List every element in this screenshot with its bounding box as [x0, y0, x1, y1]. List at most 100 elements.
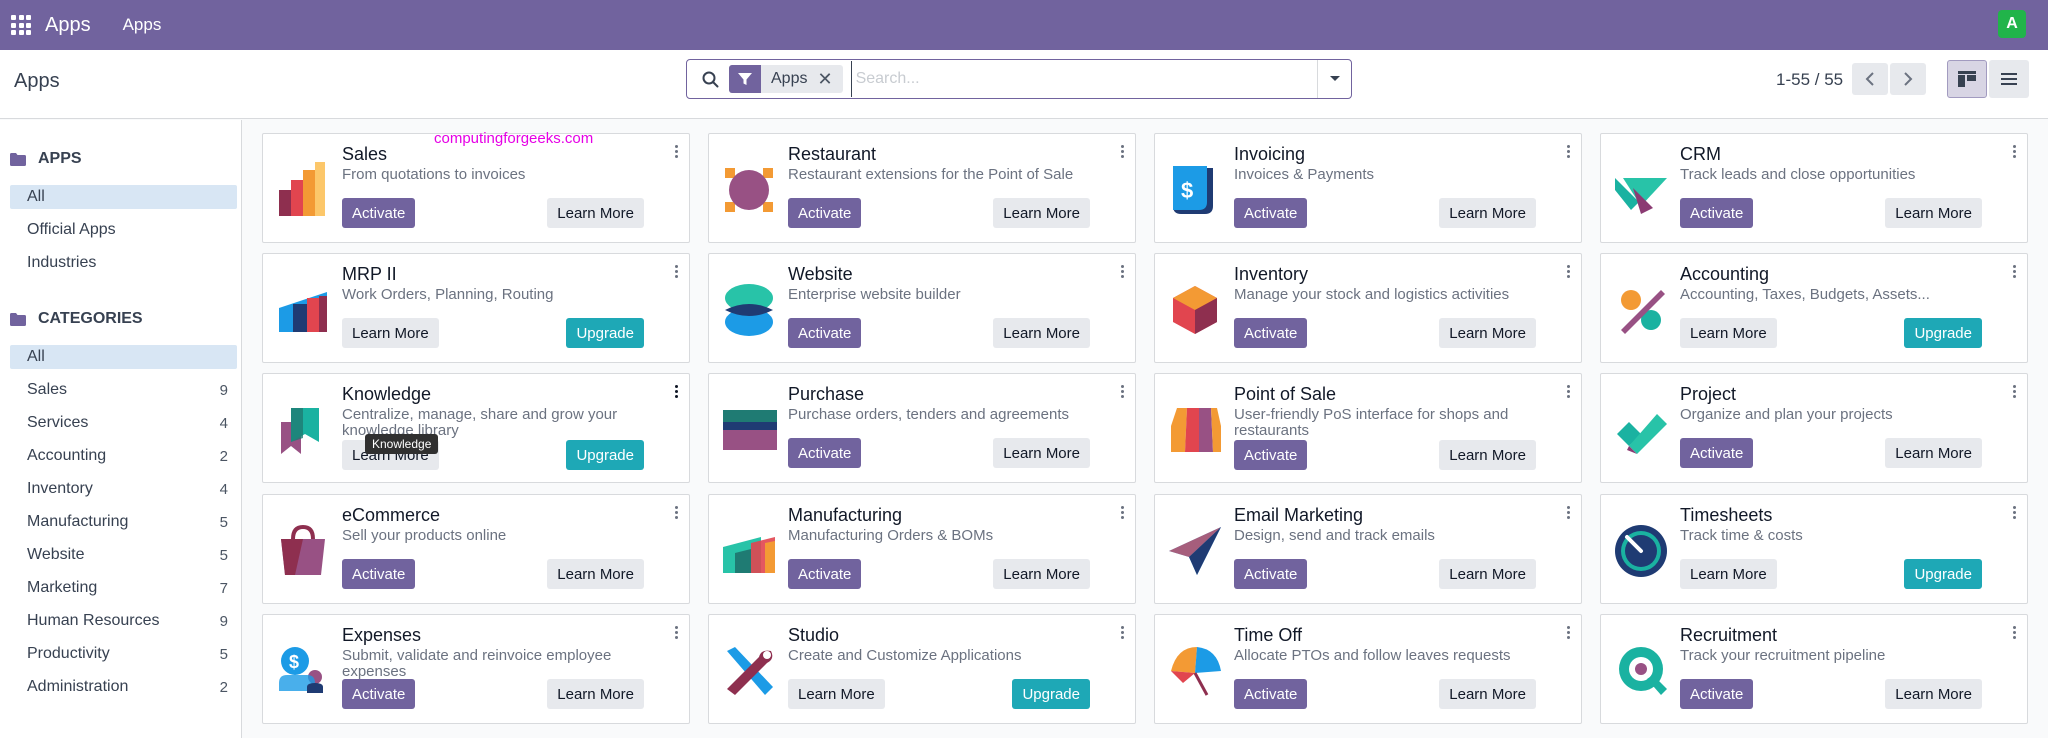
app-card-website[interactable]: Website Enterprise website builder Activat… [708, 253, 1136, 363]
learn-more-button[interactable]: Learn More [1885, 438, 1982, 468]
activate-button[interactable]: Activate [1234, 198, 1308, 228]
activate-button[interactable]: Activate [1680, 198, 1754, 228]
app-card-restaurant[interactable]: Restaurant Restaurant extensions for the … [708, 133, 1136, 243]
learn-more-button[interactable]: Learn More [1439, 679, 1536, 709]
learn-more-button[interactable]: Learn More [547, 559, 644, 589]
sidebar-item-apps-all[interactable]: All [10, 185, 237, 209]
more-options-icon[interactable] [2013, 145, 2017, 158]
learn-more-button[interactable]: Learn More [788, 679, 885, 709]
more-options-icon[interactable] [1121, 385, 1125, 398]
learn-more-button[interactable]: Learn More [993, 438, 1090, 468]
more-options-icon[interactable] [1567, 506, 1571, 519]
more-options-icon[interactable] [675, 145, 679, 158]
upgrade-button[interactable]: Upgrade [1012, 679, 1090, 709]
navbar-brand[interactable]: Apps [45, 14, 91, 37]
app-card-studio[interactable]: Studio Create and Customize Applications L… [708, 614, 1136, 724]
activate-button[interactable]: Activate [1234, 440, 1308, 470]
upgrade-button[interactable]: Upgrade [1904, 559, 1982, 589]
learn-more-button[interactable]: Learn More [1680, 559, 1777, 589]
sidebar-category-administration[interactable]: Administration 2 [10, 675, 237, 699]
sidebar-category-services[interactable]: Services 4 [10, 411, 237, 435]
sidebar-item-official-apps[interactable]: Official Apps [10, 218, 237, 242]
learn-more-button[interactable]: Learn More [1885, 679, 1982, 709]
more-options-icon[interactable] [675, 265, 679, 278]
activate-button[interactable]: Activate [788, 559, 862, 589]
more-options-icon[interactable] [1121, 265, 1125, 278]
activate-button[interactable]: Activate [788, 198, 862, 228]
upgrade-button[interactable]: Upgrade [566, 440, 644, 470]
more-options-icon[interactable] [1567, 385, 1571, 398]
sidebar-category-human-resources[interactable]: Human Resources 9 [10, 609, 237, 633]
more-options-icon[interactable] [2013, 626, 2017, 639]
sidebar-category-marketing[interactable]: Marketing 7 [10, 576, 237, 600]
sidebar-category-inventory[interactable]: Inventory 4 [10, 477, 237, 501]
app-card-timesheets[interactable]: Timesheets Track time & costs Learn More Up… [1600, 494, 2028, 604]
kanban-view-button[interactable] [1947, 60, 1987, 98]
app-card-purchase[interactable]: Purchase Purchase orders, tenders and agr… [708, 373, 1136, 483]
app-card-ecommerce[interactable]: eCommerce Sell your products online Activa… [262, 494, 690, 604]
activate-button[interactable]: Activate [1680, 438, 1754, 468]
app-card-knowledge[interactable]: Knowledge Centralize, manage, share and g… [262, 373, 690, 483]
app-card-recruitment[interactable]: Recruitment Track your recruitment pipeli… [1600, 614, 2028, 724]
learn-more-button[interactable]: Learn More [1439, 198, 1536, 228]
more-options-icon[interactable] [1567, 265, 1571, 278]
app-card-accounting[interactable]: Accounting Accounting, Taxes, Budgets, As… [1600, 253, 2028, 363]
app-card-point-of-sale[interactable]: Point of Sale User-friendly PoS interface… [1154, 373, 1582, 483]
activate-button[interactable]: Activate [342, 198, 416, 228]
learn-more-button[interactable]: Learn More [993, 198, 1090, 228]
app-card-crm[interactable]: CRM Track leads and close opportunities Ac… [1600, 133, 2028, 243]
more-options-icon[interactable] [1121, 145, 1125, 158]
learn-more-button[interactable]: Learn More [993, 318, 1090, 348]
learn-more-button[interactable]: Learn More [1439, 559, 1536, 589]
sidebar-category-website[interactable]: Website 5 [10, 543, 237, 567]
app-card-sales[interactable]: Sales From quotations to invoices Activate… [262, 133, 690, 243]
search-input[interactable] [850, 61, 1317, 97]
more-options-icon[interactable] [675, 506, 679, 519]
activate-button[interactable]: Activate [1234, 559, 1308, 589]
list-view-button[interactable] [1989, 60, 2029, 98]
activate-button[interactable]: Activate [1680, 679, 1754, 709]
sidebar-category-sales[interactable]: Sales 9 [10, 378, 237, 402]
more-options-icon[interactable] [1121, 506, 1125, 519]
activate-button[interactable]: Activate [342, 679, 416, 709]
pager-next-button[interactable] [1890, 63, 1926, 95]
learn-more-button[interactable]: Learn More [547, 198, 644, 228]
app-card-manufacturing[interactable]: Manufacturing Manufacturing Orders & BOMs… [708, 494, 1136, 604]
sidebar-category-manufacturing[interactable]: Manufacturing 5 [10, 510, 237, 534]
activate-button[interactable]: Activate [1234, 318, 1308, 348]
learn-more-button[interactable]: Learn More [1885, 198, 1982, 228]
search-options-toggle[interactable] [1317, 60, 1351, 98]
pager-value[interactable]: 1-55 / 55 [1776, 70, 1843, 90]
sidebar-category-accounting[interactable]: Accounting 2 [10, 444, 237, 468]
activate-button[interactable]: Activate [788, 438, 862, 468]
user-avatar[interactable]: A [1998, 10, 2026, 38]
learn-more-button[interactable]: Learn More [993, 559, 1090, 589]
more-options-icon[interactable] [2013, 385, 2017, 398]
navbar-menu-apps[interactable]: Apps [123, 15, 162, 35]
pager-previous-button[interactable] [1852, 63, 1888, 95]
app-card-expenses[interactable]: $ Expenses Submit, validate and reinvoice … [262, 614, 690, 724]
app-card-invoicing[interactable]: $ Invoicing Invoices & Payments Activate Lea… [1154, 133, 1582, 243]
activate-button[interactable]: Activate [342, 559, 416, 589]
app-card-project[interactable]: Project Organize and plan your projects Ac… [1600, 373, 2028, 483]
more-options-icon[interactable] [675, 626, 679, 639]
learn-more-button[interactable]: Learn More [547, 679, 644, 709]
activate-button[interactable]: Activate [1234, 679, 1308, 709]
learn-more-button[interactable]: Learn More [342, 318, 439, 348]
more-options-icon[interactable] [2013, 506, 2017, 519]
app-card-inventory[interactable]: Inventory Manage your stock and logistics… [1154, 253, 1582, 363]
activate-button[interactable]: Activate [788, 318, 862, 348]
app-card-email-marketing[interactable]: Email Marketing Design, send and track em… [1154, 494, 1582, 604]
more-options-icon[interactable] [675, 385, 679, 398]
sidebar-category-all[interactable]: All [10, 345, 237, 369]
learn-more-button[interactable]: Learn More [1439, 318, 1536, 348]
more-options-icon[interactable] [2013, 265, 2017, 278]
app-card-time-off[interactable]: Time Off Allocate PTOs and follow leaves … [1154, 614, 1582, 724]
upgrade-button[interactable]: Upgrade [566, 318, 644, 348]
learn-more-button[interactable]: Learn More [1680, 318, 1777, 348]
sidebar-category-productivity[interactable]: Productivity 5 [10, 642, 237, 666]
search-icon[interactable] [693, 71, 727, 88]
app-menu-grid-icon[interactable] [11, 15, 31, 35]
learn-more-button[interactable]: Learn More [1439, 440, 1536, 470]
facet-remove-icon[interactable]: ✕ [817, 69, 842, 90]
